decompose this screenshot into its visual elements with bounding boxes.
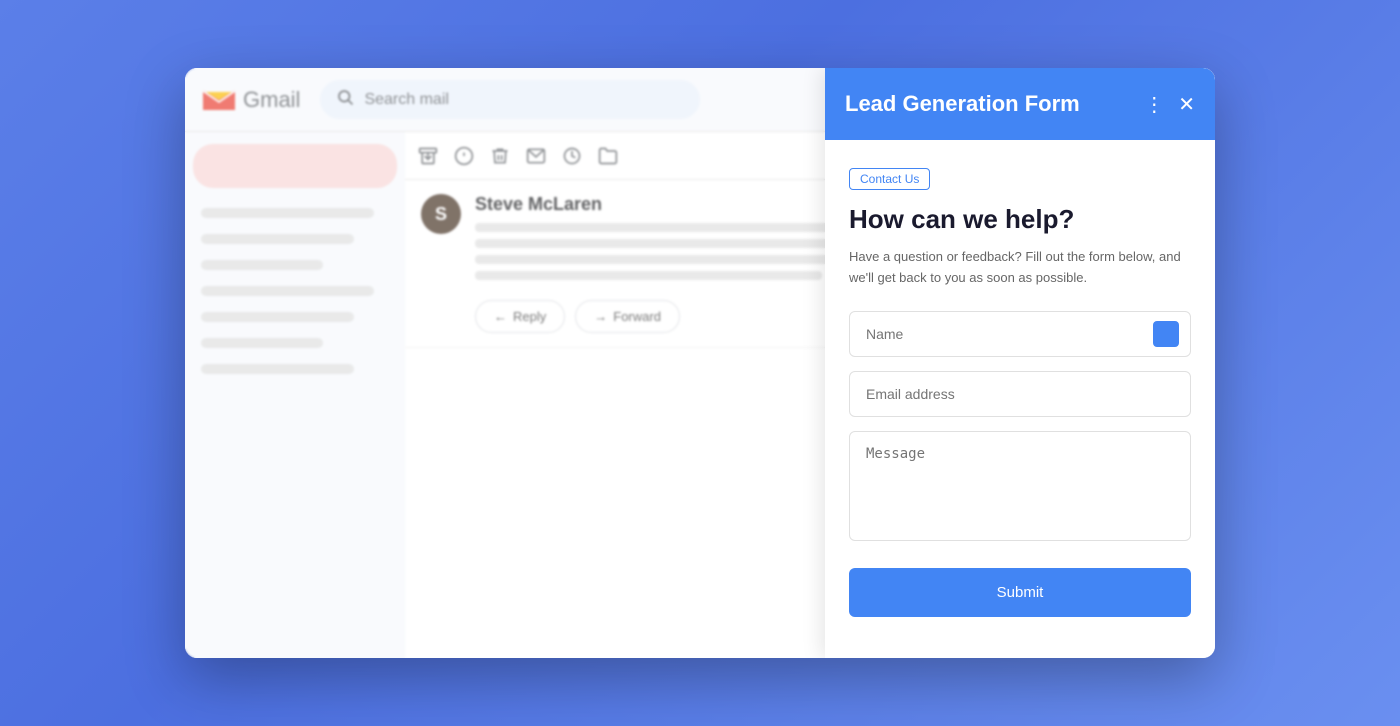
- snooze-icon[interactable]: [561, 145, 583, 167]
- more-options-icon[interactable]: ⋮: [1144, 92, 1164, 117]
- gmail-logo-icon: [201, 82, 237, 118]
- gmail-text-label: Gmail: [243, 87, 300, 113]
- panel-body: Contact Us How can we help? Have a quest…: [825, 140, 1215, 658]
- email-body-line-4: [475, 271, 822, 280]
- message-field-wrapper: [849, 431, 1191, 546]
- search-icon: [336, 88, 354, 111]
- sidebar-line-3: [201, 260, 323, 270]
- forward-label: Forward: [613, 309, 661, 324]
- panel-header-actions: ⋮ ✕: [1144, 92, 1195, 117]
- contact-us-badge: Contact Us: [849, 168, 930, 190]
- sidebar-line-6: [201, 338, 323, 348]
- sidebar-line-1: [201, 208, 374, 218]
- delete-icon[interactable]: [489, 145, 511, 167]
- gmail-logo: Gmail: [201, 82, 300, 118]
- close-icon[interactable]: ✕: [1178, 92, 1195, 117]
- submit-button[interactable]: Submit: [849, 568, 1191, 617]
- folder-icon[interactable]: [597, 145, 619, 167]
- gmail-sidebar: [185, 132, 405, 658]
- email-field-wrapper: [849, 371, 1191, 417]
- browser-window: Gmail Search mail: [185, 68, 1215, 658]
- search-bar[interactable]: Search mail: [320, 80, 700, 119]
- message-input[interactable]: [849, 431, 1191, 541]
- reply-label: Reply: [513, 309, 546, 324]
- reply-button[interactable]: ← Reply: [475, 300, 565, 333]
- sidebar-line-2: [201, 234, 354, 244]
- forward-button[interactable]: → Forward: [575, 300, 680, 333]
- panel-header: Lead Generation Form ⋮ ✕: [825, 68, 1215, 140]
- lead-form-panel: Lead Generation Form ⋮ ✕ Contact Us How …: [825, 68, 1215, 658]
- forward-icon: →: [594, 309, 607, 324]
- panel-title: Lead Generation Form: [845, 91, 1080, 117]
- sidebar-line-7: [201, 364, 354, 374]
- report-icon[interactable]: [453, 145, 475, 167]
- name-field-wrapper: [849, 311, 1191, 357]
- reply-icon: ←: [494, 309, 507, 324]
- name-input[interactable]: [849, 311, 1191, 357]
- name-blue-indicator: [1153, 321, 1179, 347]
- compose-button[interactable]: [193, 144, 397, 188]
- archive-icon[interactable]: [417, 145, 439, 167]
- search-placeholder: Search mail: [364, 91, 448, 109]
- email-input[interactable]: [849, 371, 1191, 417]
- sidebar-line-5: [201, 312, 354, 322]
- avatar: S: [421, 194, 461, 234]
- form-heading: How can we help?: [849, 204, 1191, 235]
- mail-icon[interactable]: [525, 145, 547, 167]
- form-description: Have a question or feedback? Fill out th…: [849, 247, 1191, 289]
- sidebar-line-4: [201, 286, 374, 296]
